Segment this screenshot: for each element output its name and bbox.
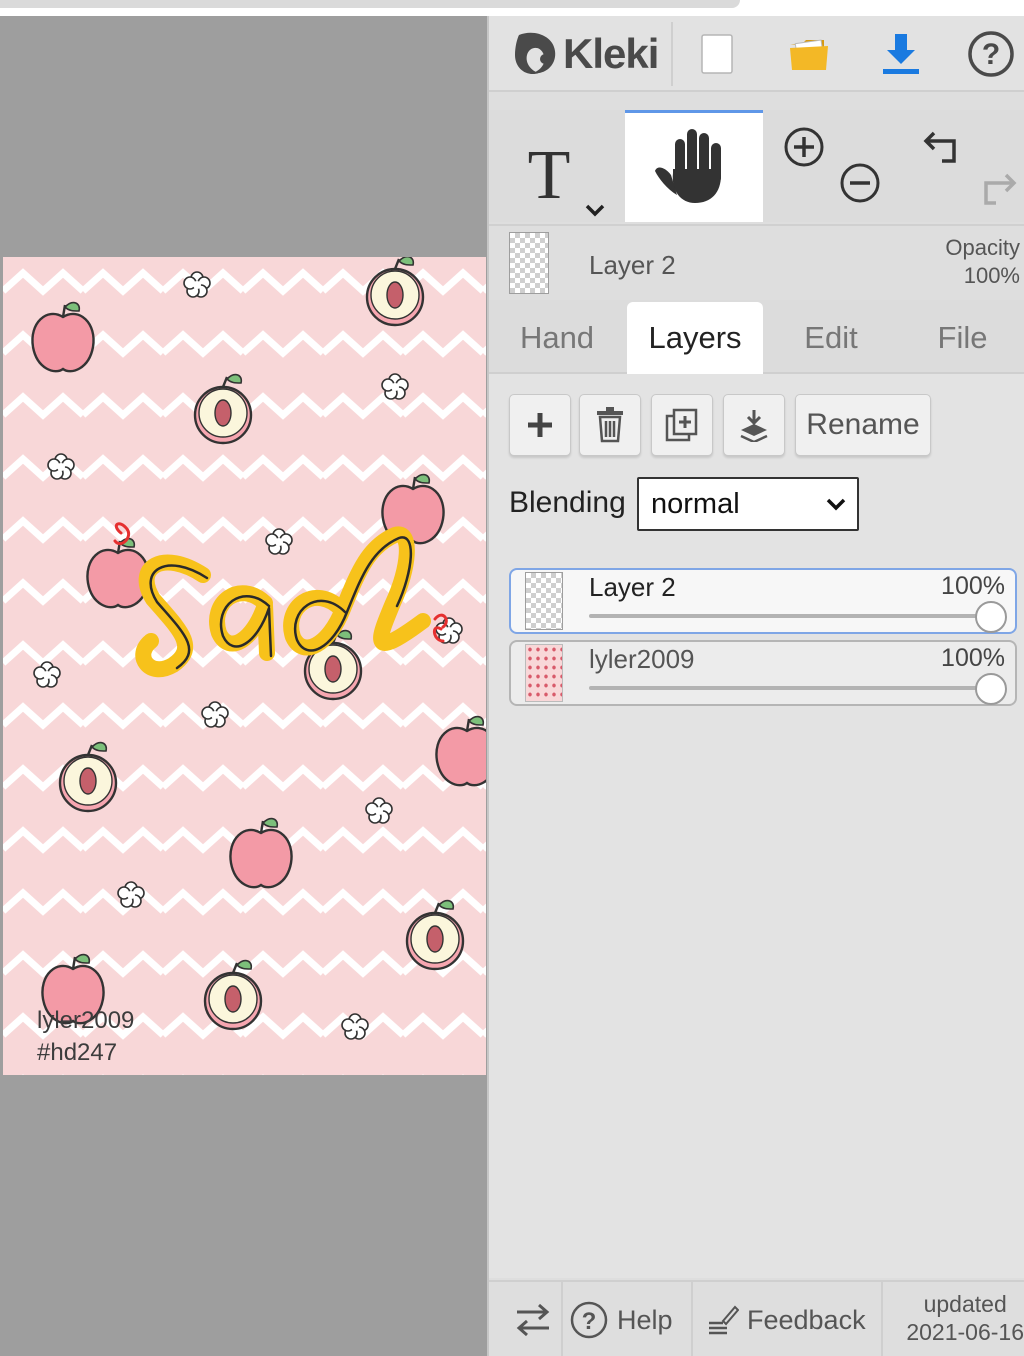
delete-layer-button[interactable] — [579, 394, 641, 456]
artwork-canvas[interactable]: lyler2009 #hd247 — [3, 257, 486, 1075]
layer-opacity-slider-handle[interactable] — [975, 601, 1007, 633]
bottom-bar: ? Help Feedback updated 2021-06-16 — [489, 1280, 1024, 1356]
canvas-area[interactable]: lyler2009 #hd247 — [0, 16, 487, 1356]
blending-value: normal — [651, 487, 740, 520]
chevron-down-icon — [826, 498, 846, 511]
merge-down-icon — [740, 410, 768, 442]
layer-name: Layer 2 — [589, 572, 676, 602]
help-label: Help — [617, 1304, 673, 1335]
layers-panel: Rename Blending normal Layer 2 100% lyle… — [489, 374, 1024, 1278]
zoom-in-button[interactable] — [779, 122, 829, 172]
hand-tool-button[interactable] — [625, 110, 763, 222]
open-folder-icon — [790, 39, 828, 70]
open-file-button[interactable] — [781, 26, 837, 82]
blending-select[interactable]: normal — [637, 477, 859, 531]
opacity-value: 100% — [963, 263, 1020, 288]
svg-text:?: ? — [982, 38, 1000, 71]
updated-info: updated 2021-06-16 — [906, 1290, 1024, 1346]
tab-file[interactable]: File — [899, 302, 1024, 374]
add-layer-button[interactable] — [509, 394, 571, 456]
rename-layer-button[interactable]: Rename — [795, 394, 931, 456]
zoom-in-icon — [784, 127, 824, 167]
layer-opacity-slider[interactable] — [589, 614, 987, 618]
zoom-out-icon — [840, 163, 880, 203]
blending-label: Blending — [509, 486, 626, 519]
swap-side-button[interactable] — [503, 1282, 563, 1356]
layer-opacity-slider-handle[interactable] — [975, 673, 1007, 705]
duplicate-icon — [665, 408, 698, 442]
current-layer-name: Layer 2 — [589, 250, 676, 280]
divider — [561, 1282, 563, 1356]
redo-icon — [984, 173, 1017, 205]
help-link[interactable]: ? Help — [569, 1282, 673, 1356]
feedback-label: Feedback — [747, 1304, 866, 1335]
text-tool-button[interactable]: T — [511, 122, 607, 218]
horizontal-scrollbar[interactable] — [0, 0, 740, 8]
new-file-icon — [701, 34, 733, 74]
signature-line-2: #hd247 — [37, 1039, 118, 1066]
merge-down-button[interactable] — [723, 394, 785, 456]
layer-opacity-value: 100% — [941, 644, 1005, 672]
help-icon: ? — [968, 31, 1014, 77]
plus-icon — [528, 413, 552, 437]
new-file-button[interactable] — [689, 26, 745, 82]
layer-thumbnail — [525, 644, 563, 702]
help-button[interactable]: ? — [963, 26, 1019, 82]
help-icon: ? — [570, 1301, 608, 1339]
tool-row: T — [489, 110, 1024, 222]
svg-text:T: T — [528, 137, 571, 214]
feedback-link[interactable]: Feedback — [705, 1282, 866, 1356]
text-tool-icon: T — [528, 137, 605, 217]
layer-opacity-slider[interactable] — [589, 686, 987, 690]
feedback-pen-icon — [709, 1305, 739, 1335]
tab-bar: Hand Layers Edit File — [489, 300, 1024, 374]
duplicate-layer-button[interactable] — [651, 394, 713, 456]
sidebar: Kleki ? T Layer 2 Opacity 100% Hand Laye… — [487, 16, 1024, 1356]
trash-icon — [597, 407, 623, 443]
svg-text:?: ? — [582, 1308, 597, 1335]
zoom-out-button[interactable] — [835, 158, 885, 208]
opacity-label: Opacity — [945, 235, 1020, 260]
redo-button[interactable] — [973, 164, 1023, 214]
layer-name: lyler2009 — [589, 644, 695, 674]
browser-top-strip — [0, 0, 1024, 16]
artwork-illustration — [3, 257, 486, 1075]
divider — [691, 1282, 693, 1356]
updated-date: 2021-06-16 — [906, 1319, 1024, 1345]
layer-item-layer-2[interactable]: Layer 2 100% — [509, 568, 1017, 634]
kleki-logo[interactable]: Kleki — [513, 26, 659, 82]
tab-hand[interactable]: Hand — [489, 302, 625, 374]
download-icon — [883, 34, 919, 74]
app-name: Kleki — [563, 30, 659, 77]
divider — [881, 1282, 883, 1356]
undo-button[interactable] — [919, 122, 969, 172]
layer-item-lyler2009[interactable]: lyler2009 100% — [509, 640, 1017, 706]
updated-label: updated — [923, 1291, 1007, 1317]
signature-line-1: lyler2009 — [37, 1007, 135, 1034]
swap-arrows-icon — [516, 1303, 550, 1337]
layer-thumbnail — [525, 572, 563, 630]
current-layer-info: Layer 2 Opacity 100% — [489, 224, 1024, 300]
tab-layers[interactable]: Layers — [627, 302, 763, 374]
tab-edit[interactable]: Edit — [763, 302, 899, 374]
layer-opacity-value: 100% — [941, 572, 1005, 600]
current-layer-thumbnail[interactable] — [509, 232, 549, 294]
hand-tool-icon — [655, 129, 721, 203]
undo-icon — [923, 131, 956, 163]
top-toolbar: Kleki ? — [489, 16, 1024, 92]
kleki-logo-icon — [515, 32, 556, 75]
divider — [671, 22, 673, 86]
current-layer-opacity: Opacity 100% — [945, 234, 1020, 290]
download-button[interactable] — [873, 26, 929, 82]
